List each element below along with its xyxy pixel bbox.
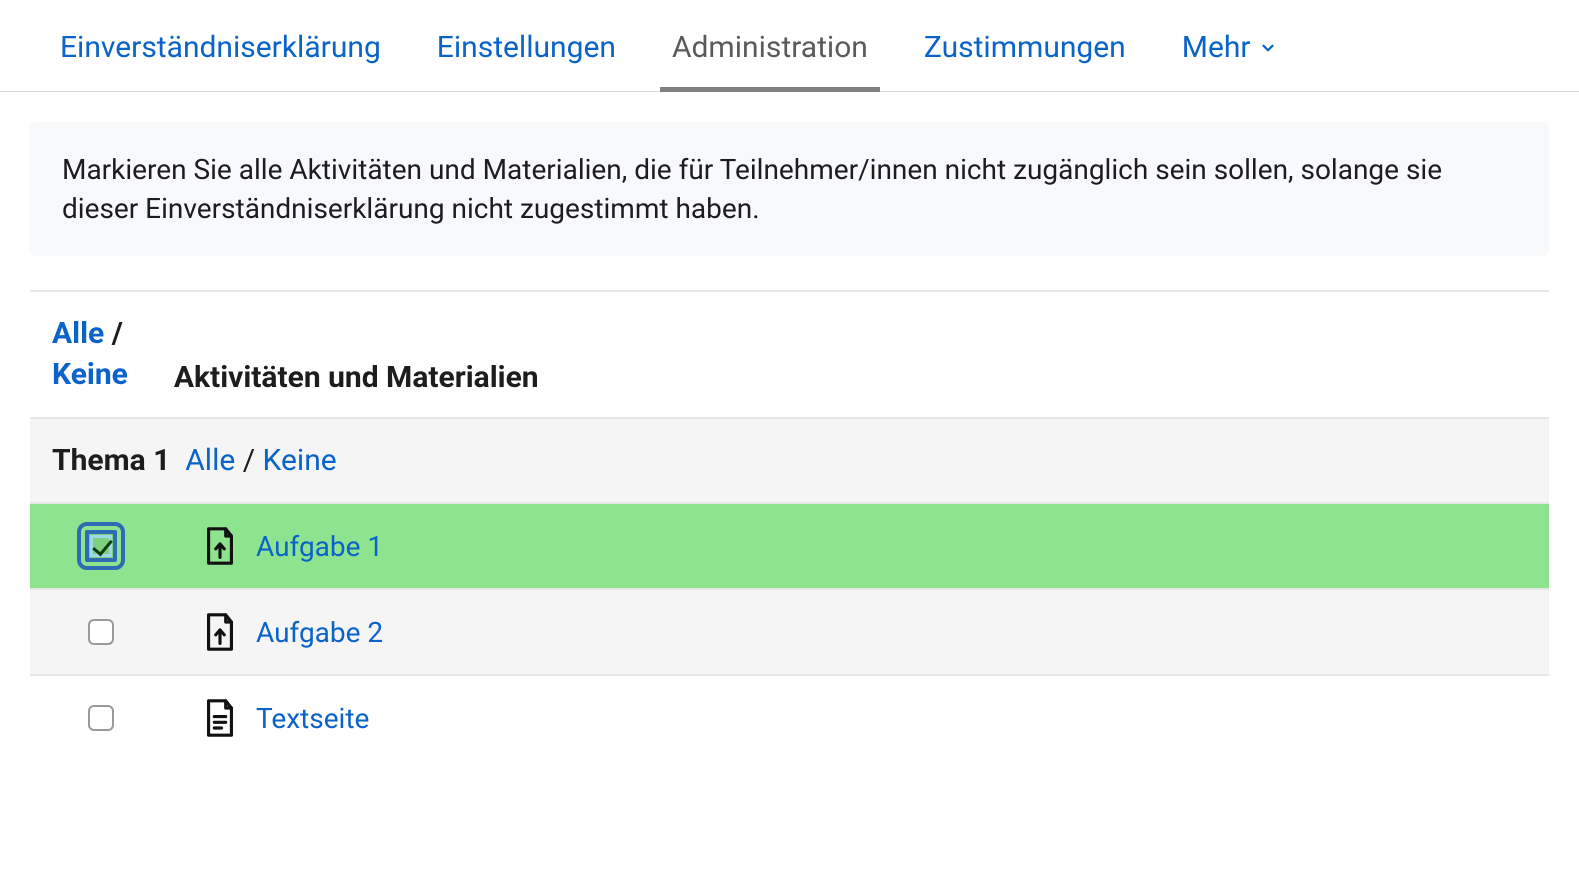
assignment-icon — [202, 612, 238, 652]
tab-bar: Einverständniserklärung Einstellungen Ad… — [0, 0, 1579, 92]
activity-checkbox[interactable] — [85, 530, 117, 562]
activity-link[interactable]: Textseite — [256, 702, 369, 735]
checkbox-cell — [72, 530, 130, 562]
section-header: Thema 1 Alle / Keine — [30, 419, 1549, 504]
separator-slash: / — [112, 316, 123, 351]
checkbox-cell — [72, 705, 130, 731]
section-title: Thema 1 — [52, 443, 170, 478]
checkbox-cell — [72, 619, 130, 645]
tab-more-label: Mehr — [1182, 30, 1251, 65]
page-icon — [202, 698, 238, 738]
table-header: Alle / Keine Aktivitäten und Materialien — [30, 292, 1549, 419]
tab-settings[interactable]: Einstellungen — [437, 30, 616, 91]
info-message: Markieren Sie alle Aktivitäten und Mater… — [30, 122, 1549, 256]
tab-approvals[interactable]: Zustimmungen — [924, 30, 1126, 91]
activity-row: Aufgabe 2 — [30, 590, 1549, 676]
activity-checkbox[interactable] — [88, 619, 114, 645]
chevron-down-icon — [1259, 30, 1277, 65]
select-none-link[interactable]: Keine — [52, 357, 128, 392]
activity-body: Aufgabe 1 — [202, 526, 383, 566]
assignment-icon — [202, 526, 238, 566]
select-all-link[interactable]: Alle — [52, 316, 104, 351]
tab-more[interactable]: Mehr — [1182, 30, 1277, 91]
select-all-none: Alle / Keine — [52, 314, 128, 395]
activity-link[interactable]: Aufgabe 2 — [256, 616, 383, 649]
tab-consent[interactable]: Einverständniserklärung — [60, 30, 381, 91]
activity-checkbox[interactable] — [88, 705, 114, 731]
activity-link[interactable]: Aufgabe 1 — [256, 530, 383, 563]
column-title: Aktivitäten und Materialien — [174, 360, 539, 395]
tab-administration[interactable]: Administration — [672, 30, 868, 91]
activity-row: Textseite — [30, 676, 1549, 760]
activity-body: Textseite — [202, 698, 369, 738]
section-select-none-link[interactable]: Keine — [263, 443, 337, 478]
section-select-all-link[interactable]: Alle — [185, 443, 235, 478]
activity-row: Aufgabe 1 — [30, 504, 1549, 590]
activity-body: Aufgabe 2 — [202, 612, 383, 652]
